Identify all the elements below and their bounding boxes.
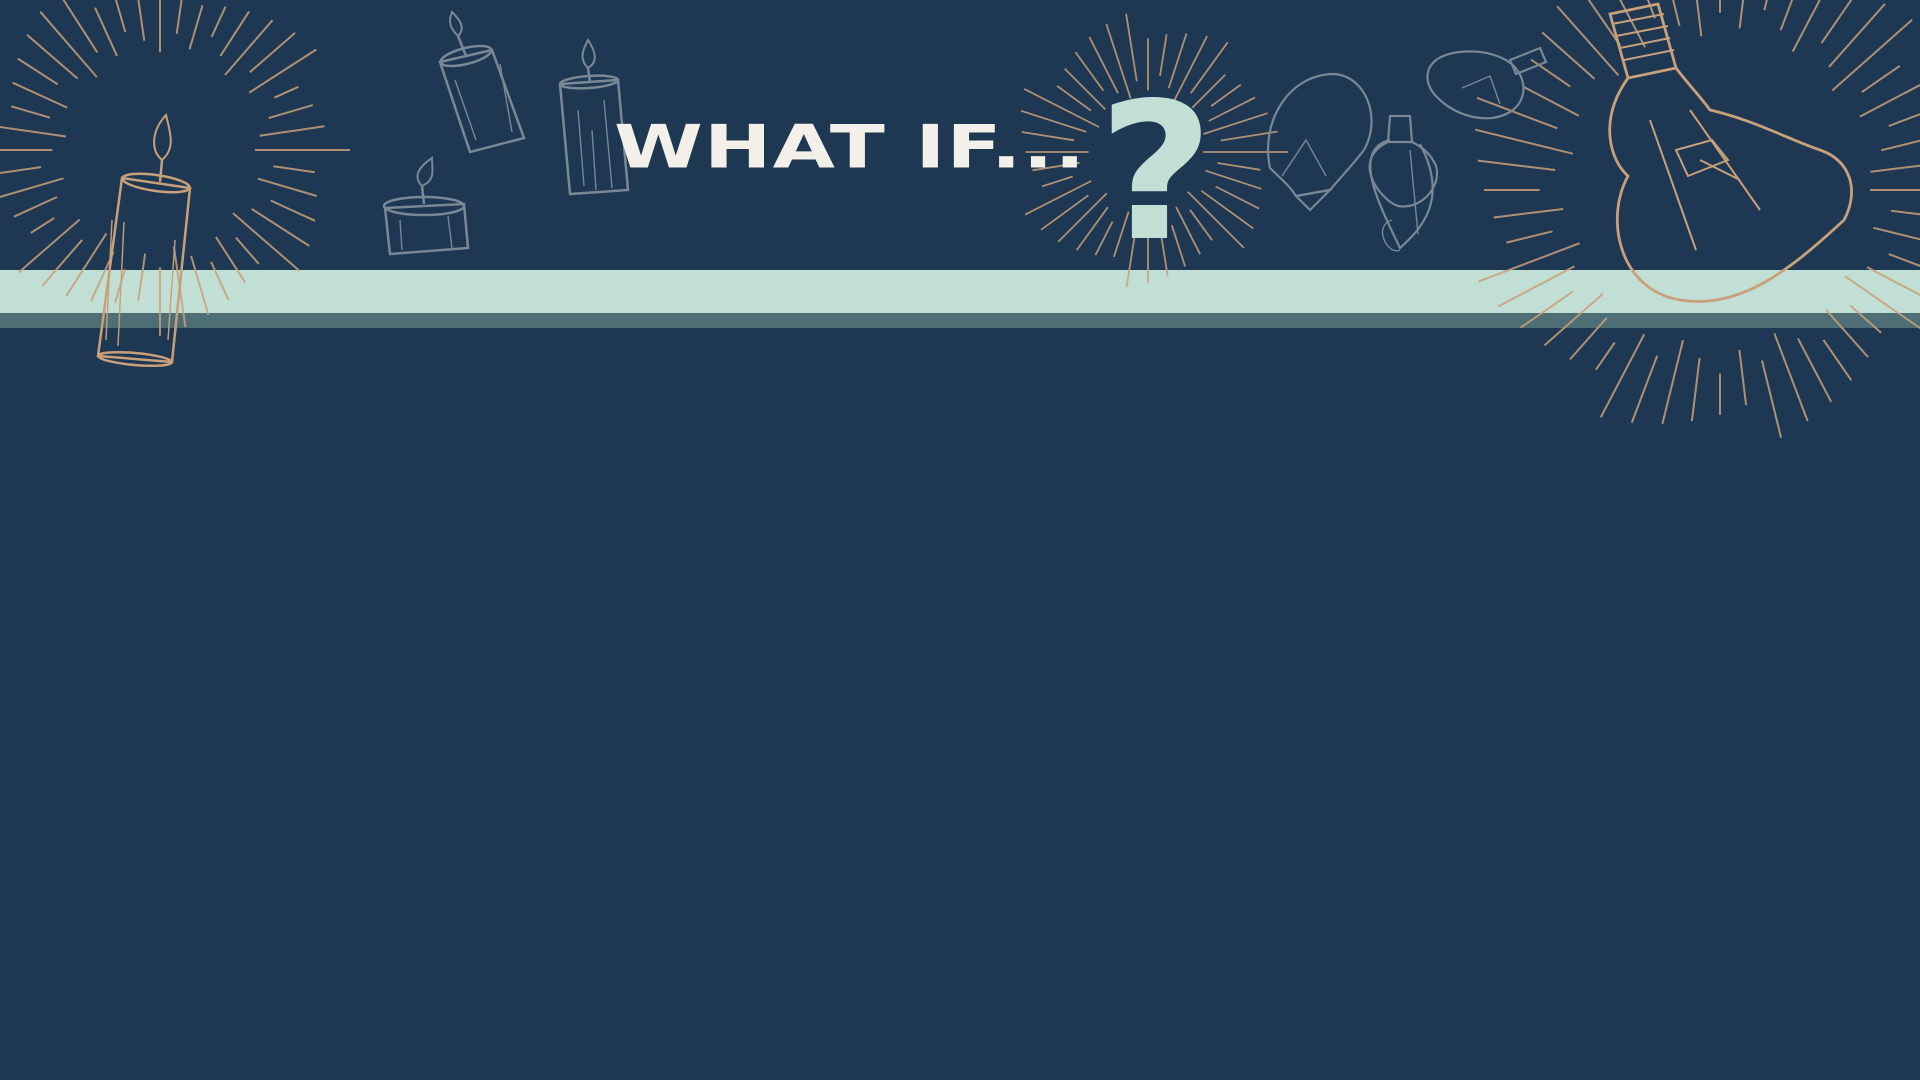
sunburst-ray [1519,290,1574,329]
sunburst-ray [11,105,51,119]
sunburst-ray [1822,339,1853,381]
sunburst-ray [1690,357,1701,422]
sunburst-ray [1791,0,1821,52]
sunburst-ray [1888,253,1920,267]
sunburst-ray [1040,194,1089,231]
sunburst-ray [1556,5,1620,76]
sunburst-ray [114,0,127,33]
sunburst-ray [248,48,317,94]
sunburst-ray [0,126,67,138]
question-mark: ? [1098,62,1214,283]
sunburst-ray [257,177,318,197]
sunburst-ray [210,261,230,301]
sunburst-ray [1779,0,1794,31]
sunburst-ray [1217,162,1261,171]
sunburst-ray [0,166,42,174]
sunburst-ray [259,125,325,137]
glowing-light-bulb-icon [1608,2,1853,303]
tealight-candle-icon [382,156,470,256]
sunburst-ray [1861,65,1901,93]
sunburst-ray [1497,265,1575,308]
sunburst-ray [1661,340,1684,425]
glowing-candle-icon [96,112,192,368]
sunburst-ray [1866,266,1920,297]
sunburst-ray [1849,304,1882,334]
sunburst-ray [65,232,108,297]
sunburst-ray [1530,58,1571,88]
sunburst-ray [219,10,250,57]
sunburst-ray [1828,3,1886,68]
sunburst-ray [1761,360,1783,439]
sunburst-ray [137,253,147,301]
sunburst-ray [232,212,301,272]
sunburst-ray [1672,0,1681,26]
sunburst-ray [0,177,64,199]
sunburst-ray [1210,83,1242,107]
sunburst-ray [273,165,315,174]
sunburst-ray [268,104,314,120]
sunburst-ray [1797,337,1833,403]
sunburst-ray [137,0,146,41]
sunburst-ray [1763,0,1768,11]
candle-icon [438,10,526,154]
sunburst-ray [1569,317,1608,361]
sunburst-ray [1870,164,1920,173]
sunburst-ray [1595,341,1616,371]
sunburst-ray [270,199,316,222]
sunburst-ray [1820,0,1853,44]
light-bulb-icon [1267,72,1373,212]
sunburst-ray [1506,230,1553,244]
sunburst-ray [17,57,59,86]
sunburst-ray [17,218,81,274]
sunburst-rays-left [0,0,350,336]
sunburst-ray [1831,18,1913,92]
sunburst-ray [26,33,79,80]
sunburst-ray [1493,208,1564,219]
sunburst-ray [1873,226,1920,241]
sunburst-ray [175,0,183,34]
sunburst-ray [210,6,227,38]
sunburst-ray [39,11,98,78]
sunburst-ray [1738,0,1745,29]
sunburst-ray [1475,128,1574,155]
sunburst-ray [94,7,118,57]
sunburst-ray [1024,180,1092,216]
light-bulb-icon [1426,46,1548,120]
slide-canvas: WHAT IF... ? [0,0,1920,1080]
sunburst-ray [1844,275,1920,330]
sunburst-rays-right [1475,0,1920,439]
sunburst-ray [1630,355,1659,423]
sunburst-ray [30,217,55,234]
sunburst-ray [1890,209,1920,216]
sunburst-ray [1205,169,1262,190]
sunburst-ray [1543,292,1604,347]
sunburst-ray [224,19,274,76]
sunburst-ray [1888,113,1920,127]
sunburst-ray [235,237,260,265]
sunburst-ray [190,255,210,316]
sunburst-ray [12,81,68,109]
sunburst-ray [1523,86,1580,117]
slide-title: WHAT IF... [614,112,1087,182]
sunburst-ray [1880,139,1920,152]
light-bulb-icon [1368,114,1439,252]
sunburst-ray [1478,242,1581,283]
sunburst-ray [62,0,99,53]
sunburst-ray [13,196,58,218]
sunburst-ray [1738,349,1748,406]
sunburst-ray [1476,96,1558,130]
sunburst-ray [1695,0,1703,37]
sunburst-ray [1208,96,1256,122]
sunburst-ray [1859,83,1920,118]
sunburst-ray [188,5,204,50]
sunburst-ray [1477,159,1556,171]
sunburst-ray [273,85,299,99]
